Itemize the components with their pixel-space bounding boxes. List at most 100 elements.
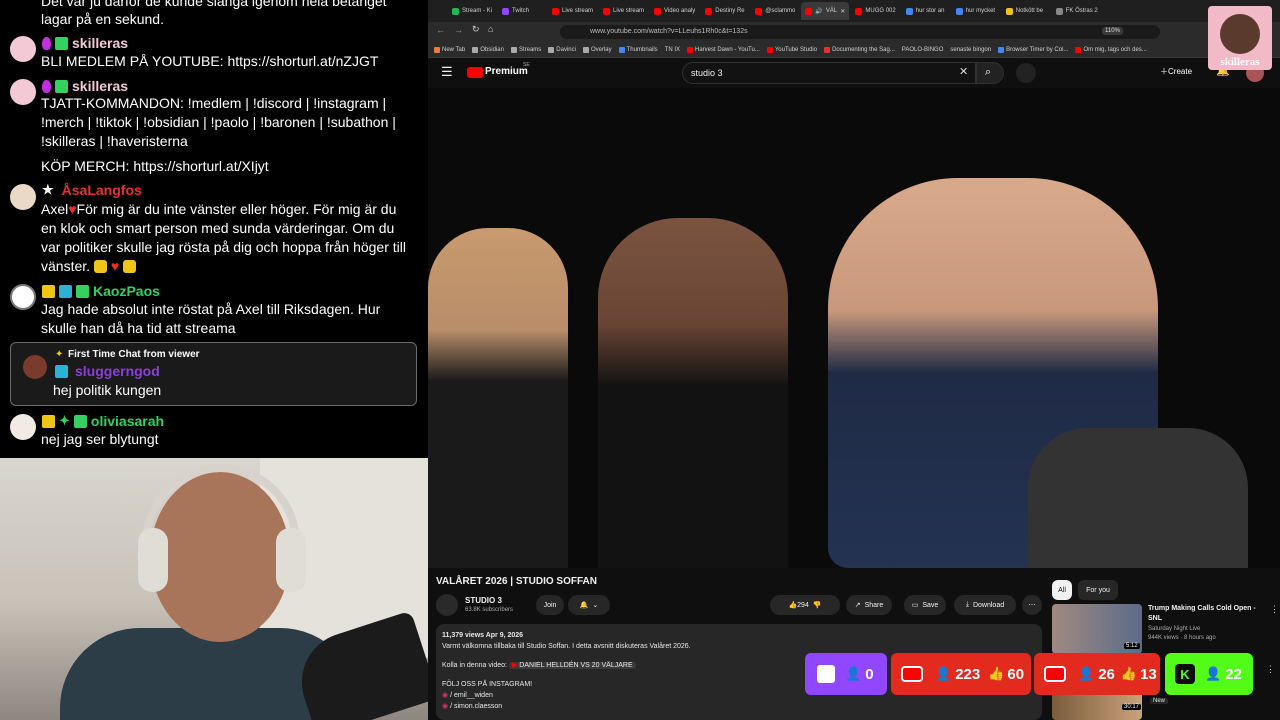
clear-search-icon[interactable]: ✕ <box>959 65 968 78</box>
chat-username[interactable]: skilleras <box>72 35 128 51</box>
tab-favicon-icon <box>654 7 662 15</box>
webcam-feed <box>0 458 428 720</box>
chip-for-you[interactable]: For you <box>1078 580 1118 600</box>
join-button[interactable]: Join <box>536 595 564 615</box>
channel-avatar[interactable] <box>436 594 458 616</box>
bookmark-favicon-icon <box>1075 46 1082 53</box>
youtube-viewer-count: 223 <box>955 665 981 683</box>
forward-icon[interactable]: → <box>454 25 463 35</box>
bookmark[interactable]: YouTube Studio <box>766 46 817 53</box>
bookmark[interactable]: New Tab <box>434 46 465 53</box>
more-actions-button[interactable]: ⋯ <box>1022 595 1042 615</box>
bookmark[interactable]: Obsidian <box>472 46 504 53</box>
tab[interactable]: FK Östras 2 <box>1052 2 1102 20</box>
menu-icon[interactable]: ☰ <box>441 64 453 80</box>
bookmark[interactable]: Overlay <box>582 46 612 53</box>
tab-favicon-icon <box>1055 7 1063 15</box>
back-icon[interactable]: ← <box>436 25 445 35</box>
plus-icon: ＋ <box>1160 67 1168 76</box>
subscriber-count: 63.8K subscribers <box>465 607 514 613</box>
tab[interactable]: @sclammo <box>751 2 799 20</box>
youtube-header: ☰ Premium SE studio 3 ✕ ⌕ ＋Create 🔔 <box>428 58 1280 88</box>
tab[interactable]: Destiny Re <box>701 2 749 20</box>
chat-line: en klok och smart person med sunda värde… <box>41 220 395 236</box>
bookmark-icon: ▭ <box>911 602 919 609</box>
chat-username[interactable]: oliviasarah <box>91 413 164 429</box>
video-link[interactable]: ▶ DANIEL HELLDÉN VS 20 VÄLJARE <box>508 662 636 669</box>
create-button[interactable]: ＋Create <box>1160 66 1192 77</box>
tab-favicon-icon <box>603 7 611 15</box>
reload-icon[interactable]: ↻ <box>472 24 480 35</box>
bookmark-label: Documenting the Sag... <box>832 46 895 53</box>
zoom-badge[interactable]: 110% <box>1102 27 1123 35</box>
tab[interactable]: MUGG 002 <box>851 2 899 20</box>
close-icon[interactable]: ✕ <box>840 8 845 15</box>
tab[interactable]: Live stream <box>548 2 597 20</box>
bookmark[interactable]: Davinci <box>548 46 576 53</box>
chat-line-mention: Axel <box>41 201 69 217</box>
thumbs-down-icon: 👎 <box>812 602 822 609</box>
more-vert-icon[interactable]: ⋮ <box>1266 664 1275 675</box>
instagram-link[interactable]: ◉ / simon.claesson <box>442 701 1036 712</box>
chat-username[interactable]: sluggerngod <box>75 363 160 379</box>
bookmark[interactable]: Om mig, tags och des... <box>1075 46 1147 53</box>
chat-line-text: För mig är du inte vänster eller höger. … <box>76 201 397 217</box>
streamer-logo: skilleras <box>1208 6 1272 70</box>
speaker-icon: 🔊 <box>815 8 823 15</box>
headphone-cup-right <box>276 528 306 592</box>
kick-viewer-count: 22 <box>1225 665 1242 683</box>
chat-message-text: BLI MEDLEM PÅ YOUTUBE: https://shorturl.… <box>41 52 421 71</box>
viewer-icon: 👤 <box>845 666 862 681</box>
bookmark-favicon-icon <box>824 46 831 53</box>
tab[interactable]: Video analy <box>650 2 699 20</box>
notification-bell-button[interactable]: 🔔 ⌄ <box>568 595 610 615</box>
bookmark[interactable]: Harvest Dawn - YouTu... <box>687 46 760 53</box>
duration-badge: 30:17 <box>1122 704 1142 710</box>
viewer-icon: 👤 <box>935 666 952 681</box>
kick-icon: K <box>1175 664 1195 684</box>
sparkle-badge-icon: ✦ <box>59 413 70 428</box>
tab[interactable]: Twitch <box>498 2 546 20</box>
bookmark-label: PAOLO-BINGO <box>901 46 944 53</box>
video-player[interactable] <box>428 88 1280 568</box>
dislike-button[interactable]: 👎 <box>813 601 822 609</box>
tab-active[interactable]: 🔊 VÄL ✕ <box>801 2 850 20</box>
chip-all[interactable]: All <box>1052 580 1072 600</box>
chat-line: Jag hade absolut inte röstat på Axel til… <box>41 301 381 317</box>
tab[interactable]: hur stor an <box>902 2 950 20</box>
share-button[interactable]: ↗ Share <box>846 595 892 615</box>
bookmark[interactable]: Thumbnails <box>618 46 658 53</box>
channel-name[interactable]: STUDIO 3 <box>465 596 502 605</box>
url-field[interactable]: www.youtube.com/watch?v=LLeuhs1Rh0c&t=13… <box>560 25 1160 39</box>
new-badge: New <box>1150 698 1169 704</box>
download-button[interactable]: ⤓ Download <box>954 595 1016 615</box>
like-button[interactable]: 👍294 <box>788 601 808 609</box>
voice-search-icon[interactable] <box>1016 63 1036 83</box>
chat-username[interactable]: KaozPaos <box>93 283 160 299</box>
bookmark[interactable]: Documenting the Sag... <box>824 46 895 53</box>
recommended-video[interactable]: 5:12 Trump Making Calls Cold Open - SNL … <box>1052 604 1280 654</box>
home-icon[interactable]: ⌂ <box>488 24 493 34</box>
search-input[interactable]: studio 3 <box>682 62 976 84</box>
youtube-brand[interactable]: Premium <box>485 66 528 77</box>
bookmark[interactable]: senaste bingon <box>950 47 991 53</box>
tab[interactable]: hur mycket <box>952 2 1000 20</box>
youtube-stats-widget-1: 👤 223 👍 60 <box>891 653 1031 695</box>
chat-panel: Det var ju därför de kunde slänga igenom… <box>0 0 428 458</box>
search-button[interactable]: ⌕ <box>976 62 1004 84</box>
tab[interactable]: Stream - Ki <box>448 2 496 20</box>
tab[interactable]: Live stream <box>599 2 648 20</box>
save-button[interactable]: ▭ Save <box>904 595 946 615</box>
bookmark[interactable]: TN IX <box>665 47 680 53</box>
more-vert-icon[interactable]: ⋮ <box>1270 604 1279 615</box>
bookmark[interactable]: PAOLO-BINGO <box>902 47 944 53</box>
bookmark[interactable]: Streams <box>510 46 541 53</box>
tab-favicon-icon <box>705 7 713 15</box>
bookmark[interactable]: Browser Timer by Col... <box>998 46 1068 53</box>
tab[interactable]: Notkött be <box>1002 2 1050 20</box>
ok-hand-emoji-icon <box>123 260 137 273</box>
chat-username[interactable]: ÅsaLangfos <box>62 182 142 198</box>
youtube-logo-icon[interactable] <box>467 67 483 78</box>
chat-message: ✦ oliviasarah nej jag ser blytungt <box>0 412 428 452</box>
chat-username[interactable]: skilleras <box>72 78 128 94</box>
